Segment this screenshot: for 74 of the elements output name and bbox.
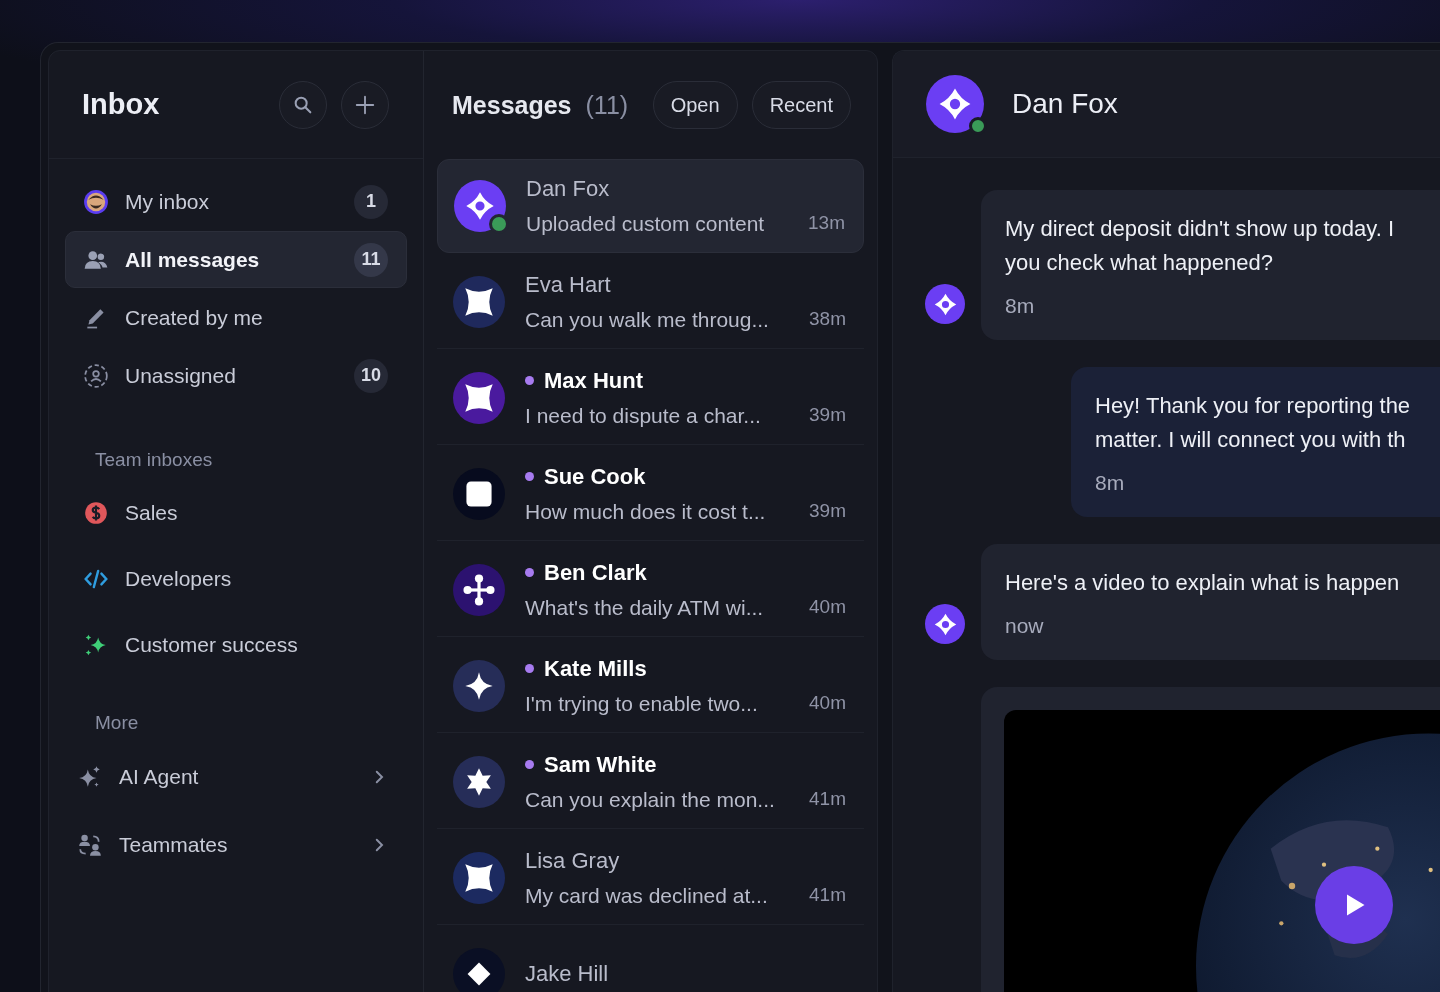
contact-name: Lisa Gray xyxy=(525,847,620,874)
message-time: 8m xyxy=(1095,471,1126,495)
message-text: My direct deposit didn't show up today. I you check what happened? xyxy=(1005,215,1395,277)
contact-name: Dan Fox xyxy=(526,176,610,202)
diamond-icon xyxy=(932,291,958,317)
conversation-item[interactable]: Max Hunt I need to dispute a char... 39m xyxy=(437,351,864,445)
flower-icon xyxy=(463,285,495,318)
message-preview: My card was declined at... xyxy=(525,883,768,908)
contact-name: Kate Mills xyxy=(544,655,647,682)
message-time: now xyxy=(1005,614,1045,638)
search-button[interactable] xyxy=(279,80,327,129)
message-time: 8m xyxy=(1005,294,1036,318)
contact-name: Dan Fox xyxy=(1012,88,1118,120)
nav-item[interactable]: Sales xyxy=(65,480,407,545)
section-label: More xyxy=(94,712,140,734)
nav-item[interactable]: Customer success xyxy=(65,612,407,677)
list-title: Messages xyxy=(452,90,572,120)
conversation-item[interactable]: Lisa Gray My card was declined at... 41m xyxy=(437,831,864,925)
nav-item[interactable]: My inbox 1 xyxy=(65,173,407,230)
conversation-item[interactable]: Sue Cook How much does it cost t... 39m xyxy=(437,447,864,541)
message-preview: Can you explain the mon... xyxy=(525,787,775,812)
contact-name: Jake Hill xyxy=(525,960,609,987)
flower-icon xyxy=(463,861,495,894)
dots-icon xyxy=(463,573,495,606)
count-badge: 10 xyxy=(354,358,388,393)
message-preview: Uploaded custom content xyxy=(526,212,765,236)
message-time: 41m xyxy=(809,787,846,811)
nav-item[interactable]: Teammates xyxy=(65,811,407,878)
count-badge: 1 xyxy=(354,184,388,219)
message-time: 40m xyxy=(809,595,846,619)
diamond-icon xyxy=(937,86,973,122)
contact-name: Sue Cook xyxy=(544,463,646,490)
dollar-icon xyxy=(83,499,109,526)
filter-button[interactable]: Open xyxy=(652,81,738,129)
section-label: Team inboxes xyxy=(94,449,214,471)
message-time: 41m xyxy=(809,883,846,907)
message-time: 39m xyxy=(809,403,846,427)
message-preview: What's the daily ATM wi... xyxy=(525,595,764,620)
conversation-item[interactable]: Sam White Can you explain the mon... 41m xyxy=(437,735,864,829)
conversation-item[interactable]: Jake Hill xyxy=(437,927,864,992)
nav-item[interactable]: Created by me xyxy=(65,289,407,346)
message-preview: Can you walk me throug... xyxy=(525,307,769,332)
message-text: Here's a video to explain what is happen xyxy=(1005,569,1401,597)
flower-icon xyxy=(463,381,495,414)
nav-item[interactable]: AI Agent xyxy=(65,743,407,810)
message-time: 40m xyxy=(809,691,846,715)
sidebar-title: Inbox xyxy=(82,88,161,121)
message-time: 38m xyxy=(809,307,846,331)
conversation-item[interactable]: Eva Hart Can you walk me throug... 38m xyxy=(437,255,864,349)
add-button[interactable] xyxy=(341,80,389,129)
plus-icon xyxy=(354,93,376,116)
message-time: 13m xyxy=(808,212,845,235)
nav-item[interactable]: Developers xyxy=(65,546,407,611)
conversation-item[interactable]: Ben Clark What's the daily ATM wi... 40m xyxy=(437,543,864,637)
contact-name: Sam White xyxy=(544,751,657,778)
contact-name: Ben Clark xyxy=(544,559,647,586)
diamond-icon xyxy=(932,611,958,637)
message-preview: I'm trying to enable two... xyxy=(525,691,758,716)
contact-name: Eva Hart xyxy=(525,271,611,298)
message-preview: I need to dispute a char... xyxy=(525,403,761,428)
message-count: (11) xyxy=(585,90,630,120)
diamond-icon xyxy=(464,190,496,222)
conversation-item[interactable]: Kate Mills I'm trying to enable two... 40m xyxy=(437,639,864,733)
nav-item[interactable]: All messages 11 xyxy=(65,231,407,288)
user-avatar-icon xyxy=(83,188,109,215)
conversation-item[interactable]: Dan Fox Uploaded custom content 13m xyxy=(437,159,864,253)
message-text: Hey! Thank you for reporting the matter. I will connect you with th xyxy=(1095,392,1412,454)
message-preview: How much does it cost t... xyxy=(525,499,766,524)
message-time: 39m xyxy=(809,499,846,523)
count-badge: 11 xyxy=(354,242,388,277)
unassigned-user-icon xyxy=(83,362,109,389)
nav-item[interactable]: Unassigned 10 xyxy=(65,347,407,404)
contact-name: Max Hunt xyxy=(544,367,643,394)
filter-button[interactable]: Recent xyxy=(751,81,851,129)
